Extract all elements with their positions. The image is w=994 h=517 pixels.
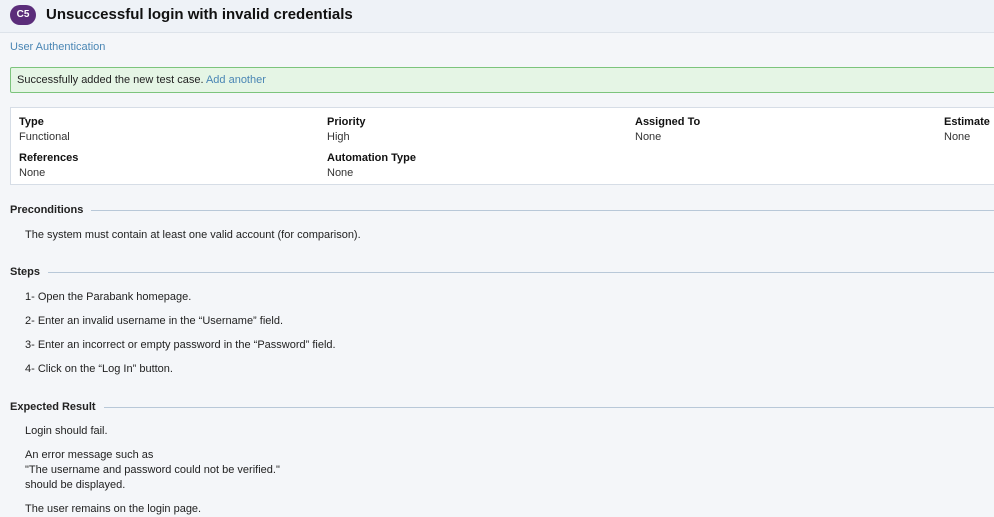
- property-label: Assigned To: [635, 116, 701, 128]
- section-divider: [10, 272, 994, 273]
- property-value: None: [635, 131, 662, 143]
- section-divider: [10, 407, 994, 408]
- preconditions-text: The system must contain at least one val…: [25, 229, 361, 241]
- property-label: Type: [19, 116, 44, 128]
- property-value: None: [327, 167, 354, 179]
- property-label: Priority: [327, 116, 366, 128]
- step-item: 4- Click on the “Log In” button.: [25, 363, 173, 375]
- step-item: 1- Open the Parabank homepage.: [25, 291, 192, 303]
- property-type: Type Functional: [19, 116, 70, 144]
- section-title: Steps: [10, 265, 48, 279]
- page-header: C5 Unsuccessful login with invalid crede…: [0, 0, 994, 33]
- property-value: High: [327, 131, 350, 143]
- expected-result-line: should be displayed.: [25, 479, 126, 491]
- section-divider: [10, 210, 994, 211]
- expected-result-line: "The username and password could not be …: [25, 464, 280, 476]
- expected-result-line: An error message such as: [25, 449, 154, 461]
- success-notice: Successfully added the new test case. Ad…: [10, 67, 994, 93]
- step-item: 2- Enter an invalid username in the “Use…: [25, 315, 284, 327]
- property-priority: Priority High: [327, 116, 366, 144]
- success-message: Successfully added the new test case.: [17, 74, 204, 86]
- breadcrumb-section-link[interactable]: User Authentication: [10, 41, 105, 53]
- case-id-badge: C5: [10, 5, 36, 25]
- property-value: Functional: [19, 131, 70, 143]
- property-references: References None: [19, 152, 78, 180]
- property-automation-type: Automation Type None: [327, 152, 416, 180]
- step-item: 3- Enter an incorrect or empty password …: [25, 339, 336, 351]
- add-another-link[interactable]: Add another: [206, 74, 266, 86]
- properties-panel: Type Functional Priority High Assigned T…: [10, 107, 994, 185]
- property-value: None: [19, 167, 46, 179]
- property-label: References: [19, 152, 79, 164]
- steps-heading: Steps: [10, 265, 994, 279]
- preconditions-heading: Preconditions: [10, 203, 994, 217]
- page-title: Unsuccessful login with invalid credenti…: [46, 6, 353, 23]
- property-estimate: Estimate None: [944, 116, 990, 144]
- property-label: Automation Type: [327, 152, 417, 164]
- property-assigned-to: Assigned To None: [635, 116, 700, 144]
- property-value: None: [944, 131, 971, 143]
- property-label: Estimate: [944, 116, 990, 128]
- section-title: Preconditions: [10, 203, 92, 217]
- expected-result-heading: Expected Result: [10, 400, 994, 414]
- expected-result-line: Login should fail.: [25, 425, 108, 437]
- section-title: Expected Result: [10, 400, 104, 414]
